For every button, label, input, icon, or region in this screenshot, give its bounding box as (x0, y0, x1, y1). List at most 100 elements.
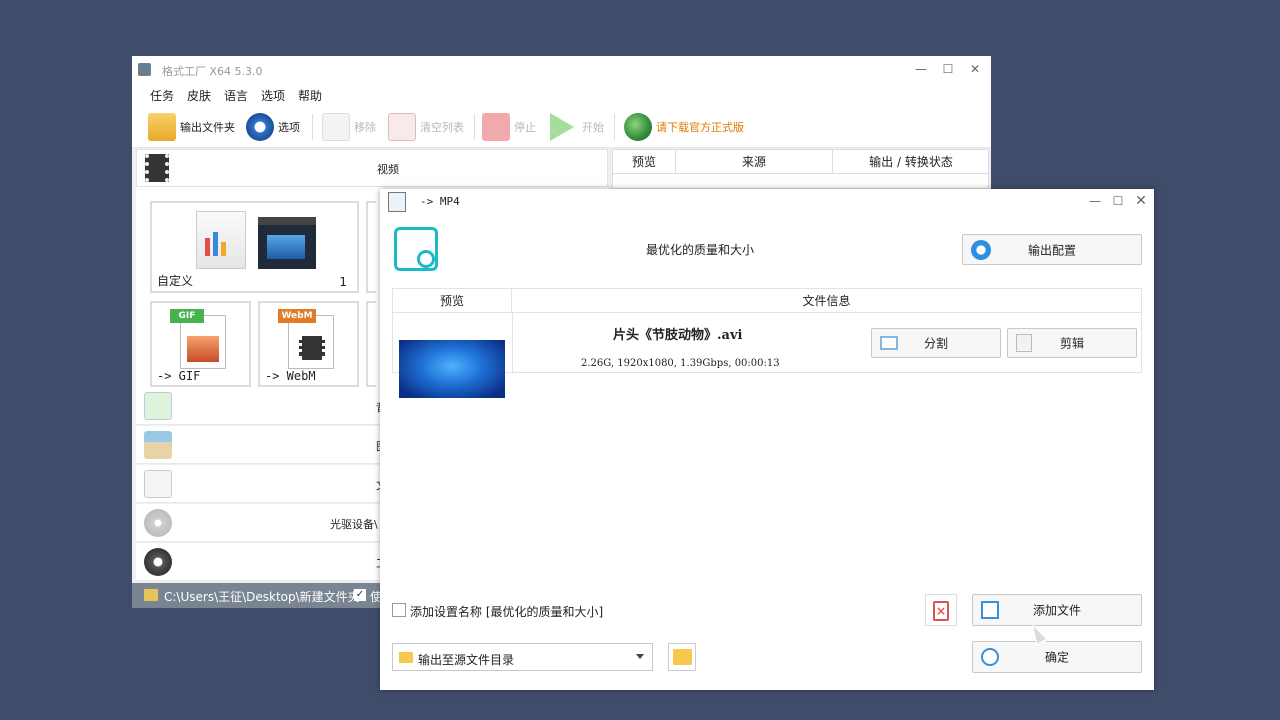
film-reel-icon (144, 548, 172, 576)
toolbar-divider (474, 114, 475, 140)
file-table-header-info: 文件信息 (512, 289, 1141, 313)
tile-gif-label: -> GIF (157, 369, 201, 383)
add-setting-name-label: 添加设置名称 [最优化的质量和大小] (410, 605, 604, 619)
task-header-preview[interactable]: 预览 (613, 150, 676, 174)
file-info: 2.26G, 1920x1080, 1.39Gbps, 00:00:13 (581, 358, 780, 369)
webm-badge: WebM (278, 309, 316, 323)
gif-badge: GIF (170, 309, 204, 323)
menu-language[interactable]: 语言 (224, 87, 248, 104)
tile-webm[interactable]: WebM -> WebM (258, 301, 359, 387)
minimize-button[interactable]: — (912, 60, 930, 78)
start-button[interactable]: 开始 (550, 112, 604, 142)
browse-folder-button[interactable] (668, 643, 696, 671)
dialog-close-button[interactable]: ✕ (1132, 192, 1150, 210)
add-file-label: 添加文件 (1032, 603, 1081, 618)
main-titlebar[interactable]: 格式工厂 X64 5.3.0 — ☐ ✕ (132, 56, 991, 84)
tile-webm-label: -> WebM (265, 369, 316, 383)
menu-help[interactable]: 帮助 (298, 87, 322, 104)
menu-task[interactable]: 任务 (150, 87, 174, 104)
quality-label: 最优化的质量和大小 (646, 243, 755, 257)
download-official-link[interactable]: 请下载官方正式版 (624, 112, 744, 142)
output-dir-select[interactable]: 输出至源文件目录 (392, 643, 653, 671)
output-config-label: 输出配置 (1027, 243, 1076, 257)
add-file-button[interactable]: 添加文件 (972, 594, 1142, 626)
chevron-down-icon (636, 654, 644, 659)
remove-file-button[interactable]: × (925, 594, 957, 626)
statusbar-checkbox[interactable]: ✓ (354, 589, 366, 601)
file-table-header-preview: 预览 (393, 289, 512, 313)
tile-partial[interactable] (366, 301, 376, 387)
mp4-file-icon (388, 192, 406, 212)
app-icon (138, 63, 151, 76)
folder-icon (144, 589, 158, 601)
clear-list-icon (388, 113, 416, 141)
ok-label: 确定 (1044, 650, 1069, 665)
stop-label: 停止 (514, 121, 536, 134)
document-pen-icon (144, 470, 172, 498)
ok-button[interactable]: 确定 (972, 641, 1142, 673)
clear-list-label: 清空列表 (420, 121, 464, 134)
column-divider (512, 313, 513, 373)
download-label: 请下载官方正式版 (656, 121, 744, 134)
task-table: 预览 来源 输出 / 转换状态 (612, 149, 989, 189)
menu-skin[interactable]: 皮肤 (187, 87, 211, 104)
tile-gif[interactable]: GIF -> GIF (150, 301, 251, 387)
folder-icon (399, 652, 413, 663)
remove-icon (322, 113, 350, 141)
main-window-title: 格式工厂 X64 5.3.0 (162, 65, 263, 78)
category-video-label: 视频 (377, 163, 399, 176)
task-header-source[interactable]: 来源 (676, 150, 833, 174)
video-thumbnail (399, 340, 505, 398)
options-label: 选项 (278, 121, 300, 134)
edit-label: 剪辑 (1059, 336, 1084, 351)
mp4-dialog: -> MP4 — ☐ ✕ 最优化的质量和大小 输出配置 预览 文件信息 片头《节… (380, 189, 1154, 690)
output-folder-button[interactable]: 输出文件夹 (148, 112, 235, 142)
split-label: 分割 (923, 336, 948, 351)
stop-icon (482, 113, 510, 141)
output-config-button[interactable]: 输出配置 (962, 234, 1142, 265)
stop-button[interactable]: 停止 (482, 112, 536, 142)
clapperboard-icon (258, 217, 316, 269)
output-path[interactable]: C:\Users\王征\Desktop\新建文件夹 (164, 588, 360, 605)
category-video[interactable]: 视频 (136, 149, 608, 187)
split-button[interactable]: 分割 (871, 328, 1001, 358)
globe-icon (624, 113, 652, 141)
toolbar-divider (312, 114, 313, 140)
tile-partial[interactable] (366, 201, 376, 293)
clear-list-button[interactable]: 清空列表 (388, 112, 464, 142)
options-button[interactable]: 选项 (246, 112, 300, 142)
gif-file-icon (180, 315, 226, 369)
file-row[interactable]: 片头《节肢动物》.avi 2.26G, 1920x1080, 1.39Gbps,… (393, 313, 1141, 398)
maximize-button[interactable]: ☐ (939, 60, 957, 78)
gear-icon (417, 250, 435, 268)
options-gear-icon (246, 113, 274, 141)
edit-button[interactable]: 剪辑 (1007, 328, 1137, 358)
menu-options[interactable]: 选项 (261, 87, 285, 104)
close-button[interactable]: ✕ (966, 60, 984, 78)
landscape-image-icon (144, 431, 172, 459)
dialog-minimize-button[interactable]: — (1086, 192, 1104, 210)
play-icon (550, 113, 574, 141)
output-dir-value: 输出至源文件目录 (418, 653, 515, 667)
add-setting-name-checkbox[interactable] (392, 603, 406, 617)
file-table: 预览 文件信息 片头《节肢动物》.avi 2.26G, 1920x1080, 1… (392, 288, 1142, 398)
toolbar-divider (614, 114, 615, 140)
start-label: 开始 (582, 121, 604, 134)
task-header-output-status[interactable]: 输出 / 转换状态 (833, 150, 989, 174)
remove-button[interactable]: 移除 (322, 112, 376, 142)
music-note-icon (144, 392, 172, 420)
webm-file-icon (288, 315, 334, 369)
folder-icon (673, 649, 692, 665)
file-name: 片头《节肢动物》.avi (613, 328, 743, 343)
menubar: 任务 皮肤 语言 选项 帮助 (132, 84, 991, 106)
delete-file-icon: × (933, 601, 949, 621)
tile-custom-count: 1 (339, 275, 347, 289)
category-disc-device-label: 光驱设备\ (330, 518, 378, 531)
tile-custom-label: 自定义 (157, 274, 194, 288)
quality-preset-icon (394, 227, 438, 271)
disc-icon (144, 509, 172, 537)
dialog-maximize-button[interactable]: ☐ (1109, 192, 1127, 210)
tile-custom[interactable]: 自定义 1 (150, 201, 359, 293)
folder-icon (148, 113, 176, 141)
remove-label: 移除 (354, 121, 376, 134)
